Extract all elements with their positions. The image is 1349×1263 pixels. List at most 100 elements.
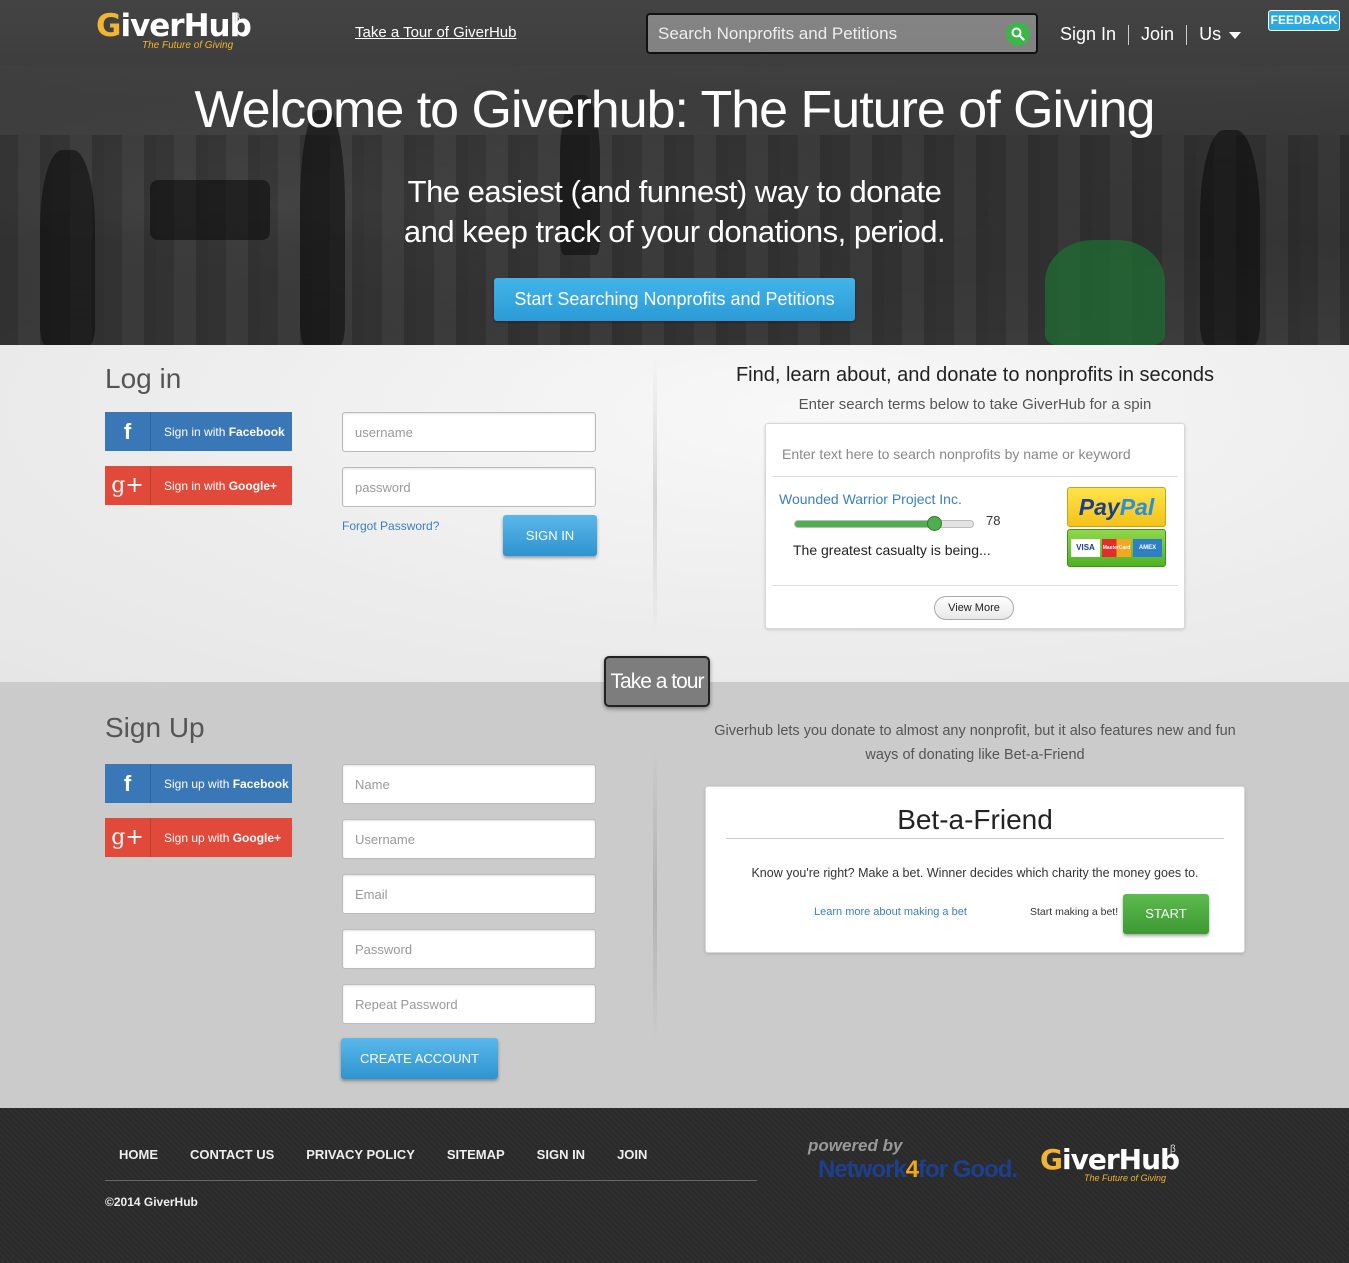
- bet-description: Know you're right? Make a bet. Winner de…: [751, 866, 1199, 880]
- footer-link-contact[interactable]: CONTACT US: [190, 1147, 274, 1162]
- hero-figure: [1045, 240, 1165, 345]
- logo-tagline: The Future of Giving: [1084, 1173, 1167, 1183]
- forgot-password-link[interactable]: Forgot Password?: [342, 519, 439, 533]
- copyright: ©2014 GiverHub: [105, 1195, 198, 1209]
- find-subtitle: Enter search terms below to take GiverHu…: [798, 396, 1152, 413]
- score-fill: [795, 521, 934, 527]
- section-divider: [653, 355, 657, 635]
- paypal-logo: PayPal: [1067, 487, 1166, 527]
- top-nav: Sign In Join Us: [1060, 24, 1242, 45]
- facebook-signup-button[interactable]: f Sign up with Facebook: [105, 764, 292, 803]
- nonprofit-description: The greatest casualty is being...: [793, 542, 991, 558]
- facebook-signin-button[interactable]: f Sign in with Facebook: [105, 412, 292, 451]
- nav-sign-in[interactable]: Sign In: [1060, 24, 1116, 45]
- bet-intro-text: Giverhub lets you donate to almost any n…: [714, 723, 1236, 763]
- footer-divider: [105, 1180, 757, 1181]
- username-input[interactable]: [343, 413, 595, 451]
- search-icon: [1011, 27, 1025, 41]
- footer-link-privacy[interactable]: PRIVACY POLICY: [306, 1147, 415, 1162]
- card-divider: [772, 585, 1178, 586]
- take-tour-link[interactable]: Take a Tour of GiverHub: [355, 24, 516, 41]
- password-field: [342, 467, 596, 507]
- create-account-button[interactable]: CREATE ACCOUNT: [341, 1038, 498, 1079]
- network-for-good-logo[interactable]: powered by Network4for Good.: [808, 1136, 1018, 1183]
- email-field: [342, 874, 596, 914]
- section-divider: [653, 752, 657, 1042]
- start-bet-text: Start making a bet!: [1030, 906, 1119, 918]
- signup-password-field: [342, 929, 596, 969]
- name-field: [342, 764, 596, 804]
- find-title: Find, learn about, and donate to nonprof…: [735, 364, 1215, 386]
- main-search: [646, 13, 1038, 54]
- logo-tagline: The Future of Giving: [142, 40, 234, 51]
- password-input[interactable]: [343, 468, 595, 506]
- facebook-icon: f: [105, 764, 151, 803]
- bet-a-friend-card: Bet-a-Friend Know you're right? Make a b…: [705, 786, 1245, 953]
- username-field: [342, 412, 596, 452]
- nav-join[interactable]: Join: [1141, 24, 1174, 45]
- signup-title: Sign Up: [105, 712, 205, 743]
- learn-more-bet-link[interactable]: Learn more about making a bet: [814, 906, 967, 918]
- google-plus-icon: g+: [105, 466, 151, 505]
- nonprofit-score: 78: [986, 513, 1001, 528]
- bet-title: Bet-a-Friend: [897, 804, 1053, 835]
- nonprofit-score-slider[interactable]: [794, 516, 974, 531]
- footer-link-join[interactable]: JOIN: [617, 1147, 647, 1162]
- signup-username-field: [342, 819, 596, 859]
- nonprofit-name-link[interactable]: Wounded Warrior Project Inc.: [779, 491, 962, 507]
- logo-beta: β: [234, 12, 241, 24]
- signup-username-input[interactable]: [343, 820, 595, 858]
- nav-us-menu[interactable]: Us: [1199, 24, 1242, 45]
- logo-beta: β: [1170, 1144, 1176, 1155]
- signup-password-input[interactable]: [343, 930, 595, 968]
- footer-giverhub-logo[interactable]: GiverHub The Future of Giving β: [1040, 1143, 1180, 1184]
- view-more-button[interactable]: View More: [934, 596, 1014, 620]
- mastercard-icon: MasterCard: [1102, 539, 1131, 557]
- logo-word: iverHub: [120, 8, 251, 44]
- score-knob[interactable]: [926, 516, 942, 531]
- footer-link-home[interactable]: HOME: [119, 1147, 158, 1162]
- footer-link-sitemap[interactable]: SITEMAP: [447, 1147, 505, 1162]
- giverhub-logo[interactable]: GiverHub The Future of Giving β: [96, 8, 252, 51]
- credit-cards-icon: VISA MasterCard AMEX: [1067, 529, 1166, 567]
- login-section: Log in f Sign in with Facebook g+ Sign i…: [0, 345, 1349, 682]
- nfg-wordmark: Network4for Good.: [818, 1156, 1018, 1183]
- paypal-donate-button[interactable]: PayPal VISA MasterCard AMEX: [1067, 487, 1166, 567]
- name-input[interactable]: [343, 765, 595, 803]
- email-input[interactable]: [343, 875, 595, 913]
- start-searching-button[interactable]: Start Searching Nonprofits and Petitions: [494, 278, 855, 321]
- sign-in-button[interactable]: SIGN IN: [503, 515, 597, 556]
- amex-card-icon: AMEX: [1133, 539, 1162, 557]
- repeat-password-input[interactable]: [343, 985, 595, 1023]
- visa-card-icon: VISA: [1071, 539, 1100, 557]
- google-plus-icon: g+: [105, 818, 151, 857]
- take-tour-button[interactable]: Take a tour: [604, 656, 710, 707]
- google-signin-button[interactable]: g+ Sign in with Google+: [105, 466, 292, 505]
- footer-link-sign-in[interactable]: SIGN IN: [537, 1147, 585, 1162]
- hero-banner: GiverHub The Future of Giving β Take a T…: [0, 0, 1349, 345]
- signup-section: Sign Up f Sign up with Facebook g+ Sign …: [0, 682, 1349, 1108]
- start-bet-button[interactable]: START: [1123, 894, 1209, 934]
- nonprofit-search-input[interactable]: Enter text here to search nonprofits by …: [782, 446, 1131, 462]
- powered-by-text: powered by: [808, 1136, 903, 1155]
- chevron-down-icon: [1229, 31, 1242, 39]
- search-button[interactable]: [1006, 22, 1030, 46]
- google-signin-label: Sign in with Google+: [164, 478, 278, 493]
- hero-subtitle: The easiest (and funnest) way to donate …: [0, 172, 1349, 252]
- google-signup-button[interactable]: g+ Sign up with Google+: [105, 818, 292, 857]
- logo-g: G: [1040, 1143, 1063, 1176]
- repeat-password-field: [342, 984, 596, 1024]
- nav-us-label: Us: [1199, 24, 1222, 44]
- facebook-signin-label: Sign in with Facebook: [164, 424, 285, 439]
- footer: HOME CONTACT US PRIVACY POLICY SITEMAP S…: [0, 1108, 1349, 1263]
- search-input[interactable]: [658, 23, 998, 45]
- logo-g: G: [96, 8, 121, 44]
- logo-word: iverHub: [1061, 1143, 1180, 1176]
- hero-subtitle-line: The easiest (and funnest) way to donate: [407, 174, 942, 209]
- feedback-button[interactable]: FEEDBACK: [1268, 10, 1340, 31]
- google-signup-label: Sign up with Google+: [164, 830, 282, 845]
- card-divider: [772, 476, 1178, 477]
- facebook-icon: f: [105, 412, 151, 451]
- facebook-signup-label: Sign up with Facebook: [164, 776, 289, 791]
- login-title: Log in: [105, 363, 182, 394]
